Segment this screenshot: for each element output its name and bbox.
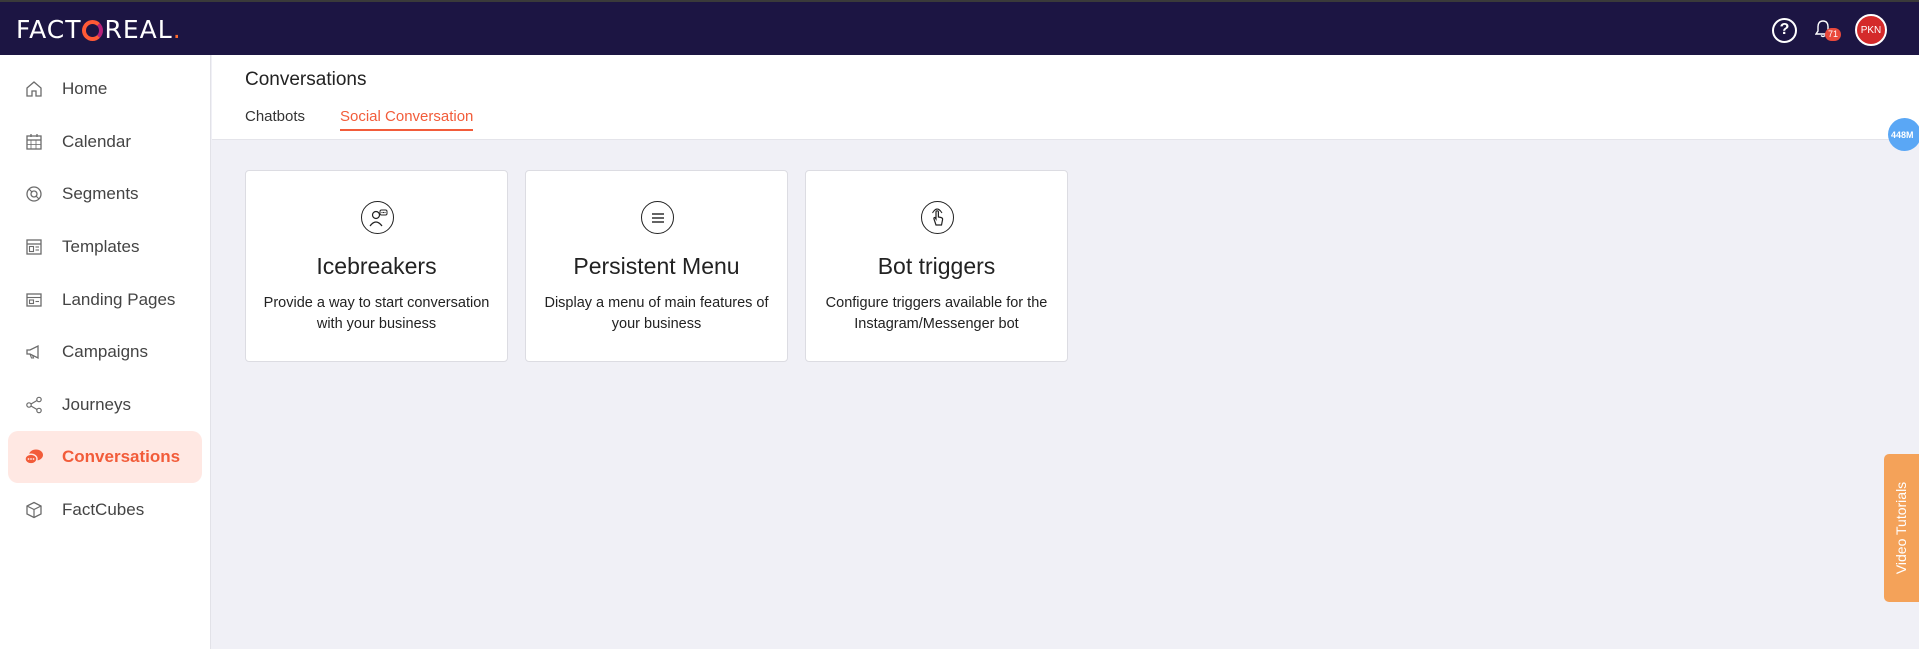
sidebar-item-label: Conversations (62, 447, 181, 466)
sidebar-item-label: Landing Pages (62, 290, 176, 309)
home-icon (24, 79, 44, 99)
video-tutorials-label: Video Tutorials (1893, 481, 1910, 575)
logo-dot: . (172, 14, 182, 44)
tap-hand-icon (921, 201, 954, 234)
page-title: Conversations (245, 69, 367, 90)
tab-social-conversation[interactable]: Social Conversation (340, 108, 474, 131)
bot-triggers-card[interactable]: Bot triggers Configure triggers availabl… (805, 170, 1068, 362)
top-bar: FACT REAL . ? 71 PKN (0, 0, 1919, 55)
logo-text-left: FACT (16, 14, 82, 44)
card-title: Persistent Menu (573, 253, 740, 279)
video-tutorials-tab[interactable]: Video Tutorials (1884, 454, 1919, 602)
sidebar-item-calendar[interactable]: Calendar (8, 116, 202, 168)
card-description: Configure triggers available for the Ins… (825, 295, 1048, 332)
card-title: Icebreakers (316, 253, 437, 279)
sidebar-item-label: Journeys (62, 395, 131, 414)
sidebar-item-factcubes[interactable]: FactCubes (8, 484, 202, 536)
user-avatar[interactable]: PKN (1855, 14, 1887, 46)
sidebar-item-label: FactCubes (62, 500, 145, 519)
sidebar-item-label: Segments (62, 184, 139, 203)
megaphone-icon (24, 342, 44, 362)
sidebar-item-conversations[interactable]: Conversations (8, 431, 202, 483)
notification-count-badge: 71 (1825, 28, 1842, 41)
sidebar-item-landing-pages[interactable]: Landing Pages (8, 274, 202, 326)
templates-icon (24, 237, 44, 257)
logo-o-mark (82, 19, 104, 41)
landing-pages-icon (24, 290, 44, 310)
card-description: Display a menu of main features of your … (544, 295, 769, 332)
icebreakers-card[interactable]: Icebreakers Provide a way to start conve… (245, 170, 508, 362)
person-chat-icon (361, 201, 394, 234)
memory-usage-badge[interactable]: 448M (1888, 118, 1919, 151)
sidebar-item-label: Calendar (62, 132, 131, 151)
page-header: Conversations Chatbots Social Conversati… (212, 55, 1919, 140)
logo-text-right: REAL (104, 14, 173, 44)
menu-lines-icon (641, 201, 674, 234)
sidebar-item-home[interactable]: Home (8, 63, 202, 115)
tab-chatbots[interactable]: Chatbots (245, 108, 305, 129)
share-nodes-icon (24, 395, 44, 415)
persistent-menu-card[interactable]: Persistent Menu Display a menu of main f… (525, 170, 788, 362)
sidebar-item-label: Templates (62, 237, 140, 256)
sidebar-item-campaigns[interactable]: Campaigns (8, 326, 202, 378)
card-description: Provide a way to start conversation with… (263, 295, 490, 332)
card-title: Bot triggers (877, 253, 996, 279)
segments-icon (24, 184, 44, 204)
sidebar-item-label: Home (62, 79, 108, 98)
chat-bubbles-icon (24, 447, 44, 467)
sidebar: Home Calendar Segments Templates Landing… (0, 55, 211, 649)
calendar-icon (24, 132, 44, 152)
sidebar-item-journeys[interactable]: Journeys (8, 379, 202, 431)
sidebar-item-templates[interactable]: Templates (8, 221, 202, 273)
help-icon[interactable]: ? (1772, 17, 1797, 43)
sidebar-item-segments[interactable]: Segments (8, 168, 202, 220)
cube-icon (24, 500, 44, 520)
factoreal-logo[interactable]: FACT REAL . (16, 14, 182, 44)
sidebar-item-label: Campaigns (62, 342, 148, 361)
notifications-button[interactable]: 71 (1811, 16, 1842, 44)
